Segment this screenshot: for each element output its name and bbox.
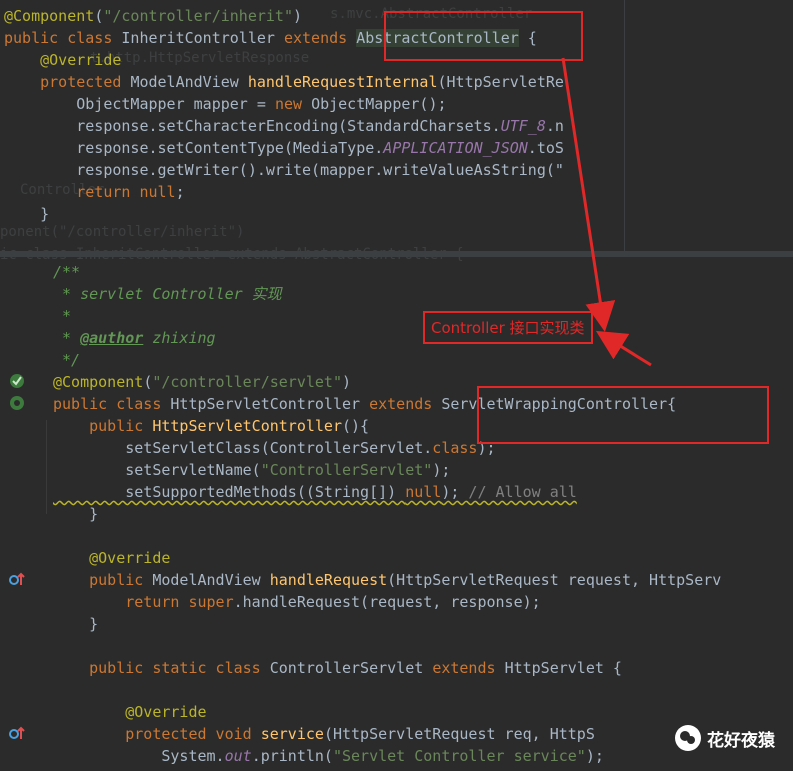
- watermark: 花好夜猿: [675, 725, 775, 751]
- arrow-to-callout-from-bottom: [595, 330, 652, 367]
- wechat-logo-icon: [675, 725, 701, 751]
- watermark-label: 花好夜猿: [707, 730, 775, 751]
- arrow-to-callout-from-top: [561, 57, 616, 332]
- annotation-arrows: [561, 57, 652, 367]
